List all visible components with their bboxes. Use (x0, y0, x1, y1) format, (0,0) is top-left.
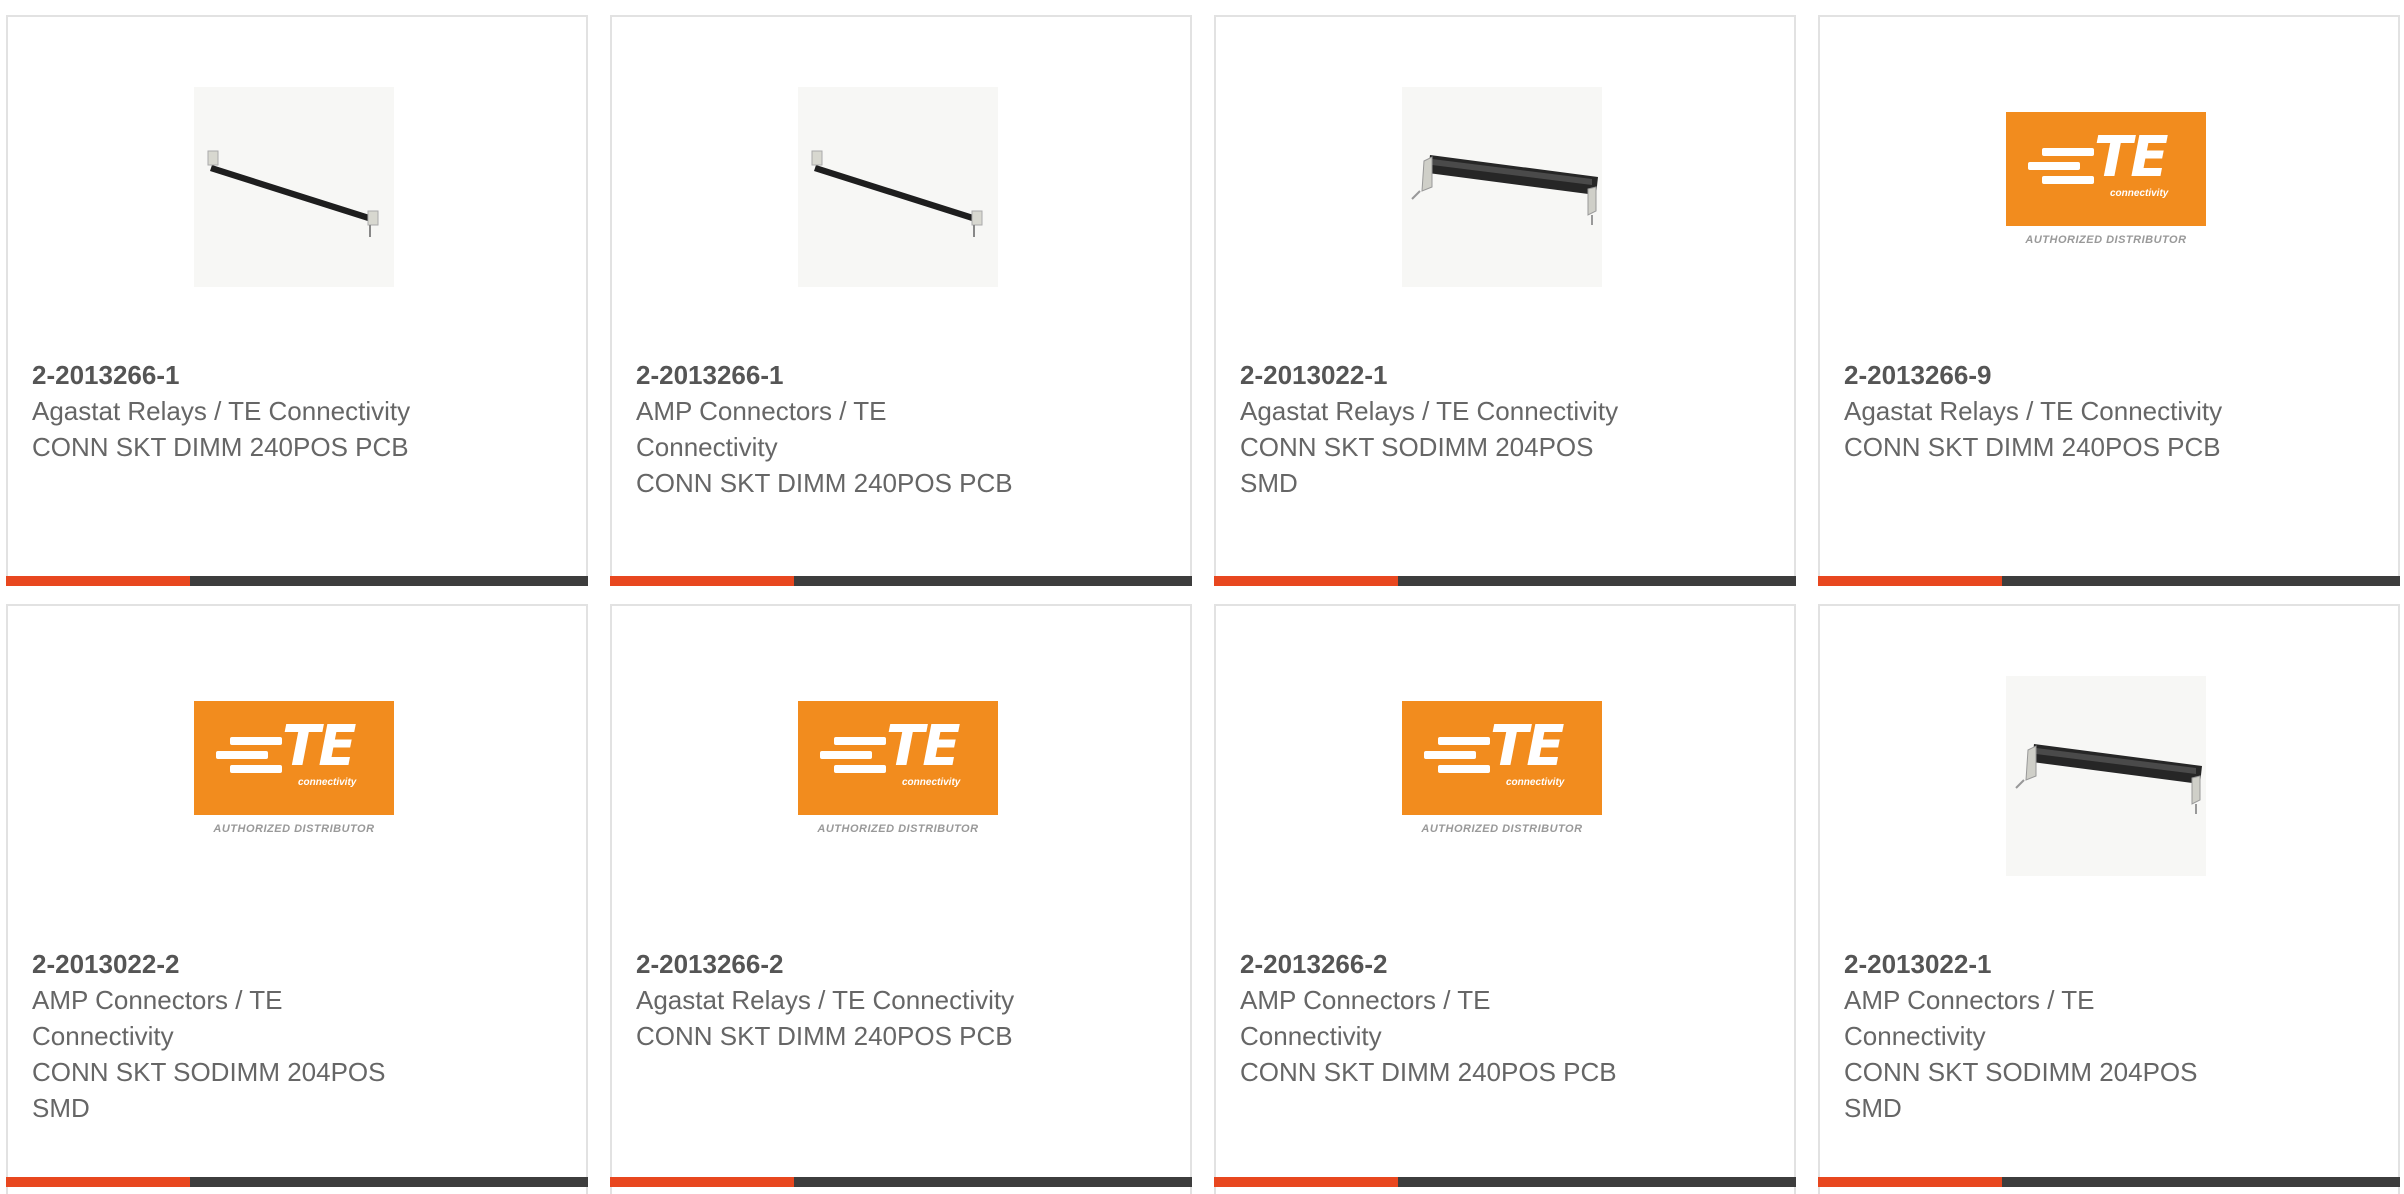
card-footer-bar (610, 1177, 1192, 1187)
manufacturer: Agastat Relays / TE Connectivity (32, 396, 411, 426)
part-number[interactable]: 2-2013266-2 (1240, 946, 1680, 982)
product-card[interactable]: 2-2013266-1 AMP Connectors / TE Connecti… (610, 15, 1192, 586)
product-image[interactable]: TE connectivity AUTHORIZED DISTRIBUTOR (194, 676, 394, 876)
sodimm-connector-icon (1402, 87, 1602, 287)
part-number[interactable]: 2-2013266-1 (32, 357, 472, 393)
part-number[interactable]: 2-2013022-1 (1240, 357, 1680, 393)
product-card[interactable]: TE connectivity AUTHORIZED DISTRIBUTOR 2… (610, 604, 1192, 1194)
product-image[interactable]: TE connectivity AUTHORIZED DISTRIBUTOR (2006, 87, 2206, 287)
card-footer-bar (1214, 1177, 1796, 1187)
description: CONN SKT SODIMM 204POS SMD (32, 1057, 386, 1123)
te-connectivity-logo-icon: TE connectivity AUTHORIZED DISTRIBUTOR (798, 701, 998, 851)
description: CONN SKT DIMM 240POS PCB (1844, 432, 2221, 462)
part-number[interactable]: 2-2013022-1 (1844, 946, 2284, 982)
product-image[interactable] (798, 87, 998, 287)
description: CONN SKT DIMM 240POS PCB (1240, 1057, 1617, 1087)
manufacturer: AMP Connectors / TE Connectivity (636, 396, 887, 462)
card-footer-bar (610, 576, 1192, 586)
product-card[interactable]: 2-2013266-1 Agastat Relays / TE Connecti… (6, 15, 588, 586)
manufacturer: Agastat Relays / TE Connectivity (1240, 396, 1619, 426)
description: CONN SKT SODIMM 204POS SMD (1844, 1057, 2198, 1123)
description: CONN SKT DIMM 240POS PCB (636, 468, 1013, 498)
card-footer-bar (1214, 576, 1796, 586)
description: CONN SKT DIMM 240POS PCB (636, 1021, 1013, 1051)
manufacturer: Agastat Relays / TE Connectivity (636, 985, 1015, 1015)
description: CONN SKT SODIMM 204POS SMD (1240, 432, 1594, 498)
description: CONN SKT DIMM 240POS PCB (32, 432, 409, 462)
te-connectivity-logo-icon: TE connectivity AUTHORIZED DISTRIBUTOR (1402, 701, 1602, 851)
product-card[interactable]: TE connectivity AUTHORIZED DISTRIBUTOR 2… (1818, 15, 2400, 586)
part-number[interactable]: 2-2013266-2 (636, 946, 1076, 982)
product-card[interactable]: TE connectivity AUTHORIZED DISTRIBUTOR 2… (6, 604, 588, 1194)
part-number[interactable]: 2-2013022-2 (32, 946, 472, 982)
manufacturer: Agastat Relays / TE Connectivity (1844, 396, 2223, 426)
part-number[interactable]: 2-2013266-9 (1844, 357, 2284, 393)
product-image[interactable] (194, 87, 394, 287)
manufacturer: AMP Connectors / TE Connectivity (1844, 985, 2095, 1051)
product-card[interactable]: 2-2013022-1 AMP Connectors / TE Connecti… (1818, 604, 2400, 1194)
product-image[interactable]: TE connectivity AUTHORIZED DISTRIBUTOR (798, 676, 998, 876)
product-image[interactable] (2006, 676, 2206, 876)
part-number[interactable]: 2-2013266-1 (636, 357, 1076, 393)
manufacturer: AMP Connectors / TE Connectivity (32, 985, 283, 1051)
te-connectivity-logo-icon: TE connectivity AUTHORIZED DISTRIBUTOR (2006, 112, 2206, 262)
te-connectivity-logo-icon: TE connectivity AUTHORIZED DISTRIBUTOR (194, 701, 394, 851)
product-card[interactable]: 2-2013022-1 Agastat Relays / TE Connecti… (1214, 15, 1796, 586)
dimm-connector-icon (194, 87, 394, 287)
card-footer-bar (6, 1177, 588, 1187)
dimm-connector-icon (798, 87, 998, 287)
card-footer-bar (1818, 576, 2400, 586)
product-image[interactable]: TE connectivity AUTHORIZED DISTRIBUTOR (1402, 676, 1602, 876)
product-card[interactable]: TE connectivity AUTHORIZED DISTRIBUTOR 2… (1214, 604, 1796, 1194)
product-grid: 2-2013266-1 Agastat Relays / TE Connecti… (0, 0, 2404, 1194)
card-footer-bar (6, 576, 588, 586)
card-footer-bar (1818, 1177, 2400, 1187)
sodimm-connector-icon (2006, 676, 2206, 876)
manufacturer: AMP Connectors / TE Connectivity (1240, 985, 1491, 1051)
product-image[interactable] (1402, 87, 1602, 287)
